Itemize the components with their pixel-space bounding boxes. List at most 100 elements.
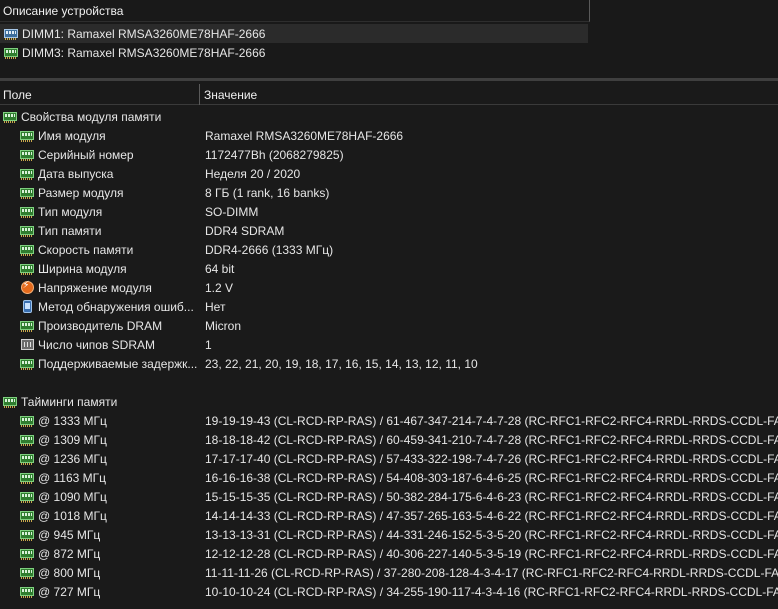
ram-module-icon xyxy=(3,395,17,408)
ram-module-icon xyxy=(20,186,34,199)
field-label: @ 1018 МГц xyxy=(38,509,107,523)
field-label: Метод обнаружения ошиб... xyxy=(38,300,194,314)
ram-module-icon xyxy=(20,452,34,465)
field-label: @ 1333 МГц xyxy=(38,414,107,428)
ram-module-icon xyxy=(20,414,34,427)
list-item[interactable]: Скорость памяти DDR4-2666 (1333 МГц) xyxy=(0,240,778,259)
pane-splitter[interactable] xyxy=(0,78,778,81)
group-title: Тайминги памяти xyxy=(21,395,118,409)
ram-module-icon xyxy=(3,110,17,123)
field-value: 14-14-14-33 (CL-RCD-RP-RAS) / 47-357-265… xyxy=(205,509,778,523)
list-item[interactable]: Ширина модуля 64 bit xyxy=(0,259,778,278)
voltage-icon xyxy=(20,280,34,294)
field-label: @ 1163 МГц xyxy=(38,471,107,485)
ram-module-icon xyxy=(20,243,34,256)
ram-module-icon xyxy=(20,547,34,560)
field-value: 10-10-10-24 (CL-RCD-RP-RAS) / 34-255-190… xyxy=(205,585,778,599)
field-value: 12-12-12-28 (CL-RCD-RP-RAS) / 40-306-227… xyxy=(205,547,778,561)
ram-module-icon xyxy=(20,357,34,370)
field-value: 11-11-11-26 (CL-RCD-RP-RAS) / 37-280-208… xyxy=(205,566,778,580)
field-label: Ширина модуля xyxy=(38,262,127,276)
ram-module-icon xyxy=(20,509,34,522)
list-item[interactable]: Имя модуля Ramaxel RMSA3260ME78HAF-2666 xyxy=(0,126,778,145)
list-item[interactable]: Тип памяти DDR4 SDRAM xyxy=(0,221,778,240)
field-value: Неделя 20 / 2020 xyxy=(205,167,301,181)
field-label: Тип модуля xyxy=(38,205,103,219)
field-value: 18-18-18-42 (CL-RCD-RP-RAS) / 60-459-341… xyxy=(205,433,778,447)
ram-module-icon xyxy=(20,471,34,484)
field-value: Ramaxel RMSA3260ME78HAF-2666 xyxy=(205,129,404,143)
list-item[interactable]: @ 1309 МГц 18-18-18-42 (CL-RCD-RP-RAS) / … xyxy=(0,430,778,449)
device-item-dimm1[interactable]: DIMM1: Ramaxel RMSA3260ME78HAF-2666 xyxy=(0,24,588,43)
ram-module-icon xyxy=(20,566,34,579)
field-label: Скорость памяти xyxy=(38,243,134,257)
list-item[interactable]: @ 1018 МГц 14-14-14-33 (CL-RCD-RP-RAS) / … xyxy=(0,506,778,525)
ram-module-icon xyxy=(4,29,18,40)
ram-module-icon xyxy=(20,585,34,598)
group-header[interactable]: Тайминги памяти xyxy=(0,392,778,411)
list-item[interactable]: Серийный номер 1172477Bh (2068279825) xyxy=(0,145,778,164)
field-label: Поддерживаемые задержк... xyxy=(38,357,198,371)
ram-module-icon xyxy=(20,224,34,237)
field-label: @ 1090 МГц xyxy=(38,490,107,504)
device-item-label: DIMM1: Ramaxel RMSA3260ME78HAF-2666 xyxy=(22,26,266,41)
list-item[interactable]: Напряжение модуля 1.2 V xyxy=(0,278,778,297)
field-label: Имя модуля xyxy=(38,129,106,143)
ram-module-icon xyxy=(20,262,34,275)
list-item[interactable]: @ 1163 МГц 16-16-16-38 (CL-RCD-RP-RAS) / … xyxy=(0,468,778,487)
field-value: 16-16-16-38 (CL-RCD-RP-RAS) / 54-408-303… xyxy=(205,471,778,485)
field-value: 64 bit xyxy=(205,262,235,276)
list-item[interactable]: @ 872 МГц 12-12-12-28 (CL-RCD-RP-RAS) / 4… xyxy=(0,544,778,563)
list-item[interactable]: @ 945 МГц 13-13-13-31 (CL-RCD-RP-RAS) / 4… xyxy=(0,525,778,544)
list-item[interactable]: Число чипов SDRAM 1 xyxy=(0,335,778,354)
field-value: DDR4 SDRAM xyxy=(205,224,285,238)
ram-module-icon xyxy=(20,167,34,180)
device-item-label: DIMM3: Ramaxel RMSA3260ME78HAF-2666 xyxy=(22,45,266,60)
list-item[interactable]: Тип модуля SO-DIMM xyxy=(0,202,778,221)
device-item-dimm3[interactable]: DIMM3: Ramaxel RMSA3260ME78HAF-2666 xyxy=(0,43,265,62)
field-label: Размер модуля xyxy=(38,186,124,200)
field-value: 1172477Bh (2068279825) xyxy=(205,148,344,162)
group-header[interactable]: Свойства модуля памяти xyxy=(0,107,778,126)
list-item[interactable]: Поддерживаемые задержк... 23, 22, 21, 20,… xyxy=(0,354,778,373)
field-value: DDR4-2666 (1333 МГц) xyxy=(205,243,334,257)
field-label: @ 872 МГц xyxy=(38,547,101,561)
field-value: SO-DIMM xyxy=(205,205,259,219)
ram-module-icon xyxy=(20,490,34,503)
ram-module-icon xyxy=(20,433,34,446)
list-item[interactable]: @ 800 МГц 11-11-11-26 (CL-RCD-RP-RAS) / 3… xyxy=(0,563,778,582)
field-value: 13-13-13-31 (CL-RCD-RP-RAS) / 44-331-246… xyxy=(205,528,778,542)
column-header-field[interactable]: Поле xyxy=(0,84,200,105)
chip-icon xyxy=(20,338,34,351)
list-item[interactable]: @ 1333 МГц 19-19-19-43 (CL-RCD-RP-RAS) / … xyxy=(0,411,778,430)
field-value: 1 xyxy=(205,338,212,352)
device-icon xyxy=(20,300,34,313)
field-value: 1.2 V xyxy=(205,281,234,295)
device-description-pane: Описание устройства DIMM1: Ramaxel RMSA3… xyxy=(0,0,778,78)
ram-module-icon xyxy=(20,528,34,541)
column-header-value[interactable]: Значение xyxy=(201,84,778,105)
list-item[interactable]: @ 1236 МГц 17-17-17-40 (CL-RCD-RP-RAS) / … xyxy=(0,449,778,468)
field-value: 23, 22, 21, 20, 19, 18, 17, 16, 15, 14, … xyxy=(205,357,478,371)
field-label: @ 945 МГц xyxy=(38,528,101,542)
list-item[interactable]: Дата выпуска Неделя 20 / 2020 xyxy=(0,164,778,183)
list-header: Поле Значение xyxy=(0,84,778,105)
list-item[interactable]: @ 727 МГц 10-10-10-24 (CL-RCD-RP-RAS) / 3… xyxy=(0,582,778,601)
list-item[interactable]: Метод обнаружения ошиб... Нет xyxy=(0,297,778,316)
ram-module-icon xyxy=(20,205,34,218)
field-label: Напряжение модуля xyxy=(38,281,152,295)
list-item[interactable]: Размер модуля 8 ГБ (1 rank, 16 banks) xyxy=(0,183,778,202)
ram-module-icon xyxy=(20,148,34,161)
ram-module-icon xyxy=(20,319,34,332)
field-label: Тип памяти xyxy=(38,224,102,238)
field-value: 19-19-19-43 (CL-RCD-RP-RAS) / 61-467-347… xyxy=(205,414,778,428)
ram-module-icon xyxy=(20,129,34,142)
field-label: Число чипов SDRAM xyxy=(38,338,156,352)
field-label: Дата выпуска xyxy=(38,167,114,181)
group-title: Свойства модуля памяти xyxy=(21,110,162,124)
field-label: @ 1236 МГц xyxy=(38,452,107,466)
list-item[interactable]: Производитель DRAM Micron xyxy=(0,316,778,335)
field-value: 15-15-15-35 (CL-RCD-RP-RAS) / 50-382-284… xyxy=(205,490,778,504)
device-description-header[interactable]: Описание устройства xyxy=(0,0,590,22)
list-item[interactable]: @ 1090 МГц 15-15-15-35 (CL-RCD-RP-RAS) / … xyxy=(0,487,778,506)
